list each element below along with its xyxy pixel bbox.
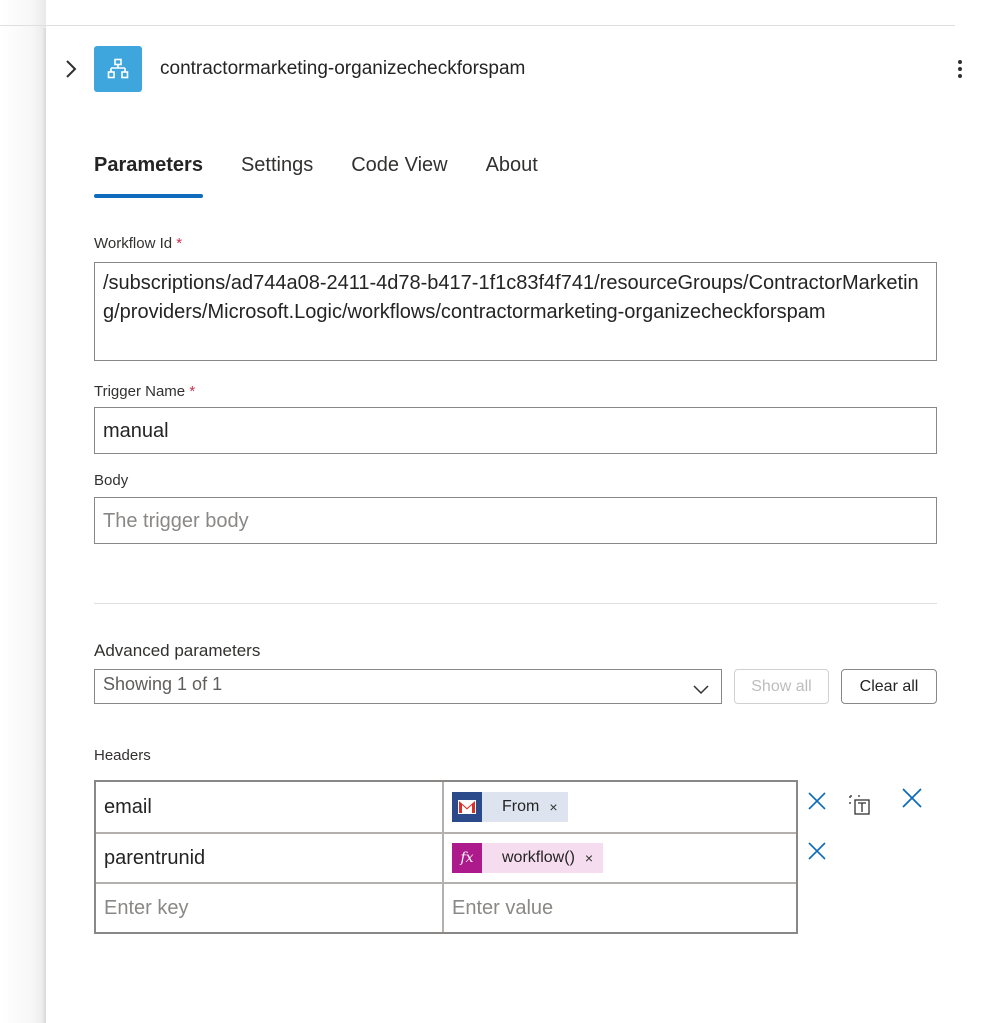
token-label: From (502, 798, 540, 815)
body-field[interactable]: The trigger body (94, 497, 937, 544)
token-label: workflow() (502, 849, 575, 866)
headers-table: email From × parentrunid fx workflow() × (94, 780, 798, 934)
advanced-parameters-label: Advanced parameters (94, 641, 261, 660)
advanced-parameters-dropdown[interactable]: Showing 1 of 1 (94, 669, 722, 704)
new-key-input[interactable]: Enter key (96, 884, 444, 932)
chevron-down-icon (693, 679, 709, 700)
collapse-panel-chevron-icon[interactable] (64, 58, 78, 80)
delete-row-close-icon[interactable] (806, 840, 828, 862)
header-key-field[interactable]: email (96, 782, 444, 832)
tab-code-view[interactable]: Code View (351, 154, 447, 200)
dropdown-value: Showing 1 of 1 (103, 674, 223, 694)
tab-settings[interactable]: Settings (241, 154, 313, 200)
header-key-field[interactable]: parentrunid (96, 834, 444, 882)
required-marker: * (189, 383, 196, 400)
section-divider (94, 603, 937, 604)
remove-token-icon[interactable]: × (585, 850, 593, 866)
headers-label: Headers (94, 747, 151, 764)
gmail-icon (452, 792, 482, 822)
workflow-node-icon (94, 46, 142, 92)
delete-row-close-icon[interactable] (806, 790, 828, 812)
required-marker: * (176, 235, 183, 252)
switch-to-text-mode-icon[interactable] (846, 792, 872, 816)
workflow-id-field[interactable]: /subscriptions/ad744a08-2411-4d78-b417-1… (94, 262, 937, 361)
new-value-input[interactable]: Enter value (444, 884, 796, 932)
workflow-id-label: Workflow Id * (94, 235, 183, 252)
tab-bar: Parameters Settings Code View About (94, 154, 576, 200)
header-value-field[interactable]: From × (444, 782, 796, 832)
trigger-name-field[interactable]: manual (94, 407, 937, 454)
tab-about[interactable]: About (486, 154, 538, 200)
expression-token[interactable]: fx workflow() × (452, 843, 604, 873)
clear-all-button[interactable]: Clear all (841, 669, 937, 704)
tab-parameters[interactable]: Parameters (94, 154, 203, 200)
remove-token-icon[interactable]: × (549, 799, 557, 815)
table-row: email From × (96, 782, 796, 832)
trigger-name-label: Trigger Name * (94, 383, 196, 400)
dynamic-content-token[interactable]: From × (452, 792, 568, 822)
body-label: Body (94, 472, 129, 489)
node-title: contractormarketing-organizecheckforspam (160, 58, 526, 79)
table-row: parentrunid fx workflow() × (96, 832, 796, 882)
remove-parameter-close-icon[interactable] (900, 786, 924, 810)
more-options-icon[interactable] (950, 56, 970, 82)
function-icon: fx (452, 843, 482, 873)
canvas-rail (0, 0, 46, 1023)
table-row: Enter key Enter value (96, 882, 796, 932)
header-value-field[interactable]: fx workflow() × (444, 834, 796, 882)
show-all-button[interactable]: Show all (734, 669, 829, 704)
